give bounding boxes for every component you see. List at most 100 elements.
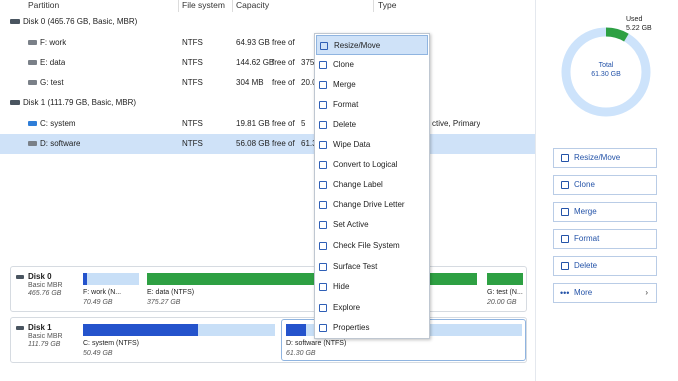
delete-button[interactable]: Delete: [553, 256, 657, 276]
convert-icon: [319, 161, 327, 169]
trash-icon: [561, 262, 569, 270]
col-separator: [178, 0, 179, 12]
used-value: 5.22 GB: [626, 25, 652, 32]
usage-fill: [83, 324, 199, 336]
menu-label: Change Drive Letter: [333, 200, 405, 209]
usage-fill: [286, 324, 307, 336]
partition-block-size: 61.30 GB: [286, 350, 316, 357]
partition-block-name: F: work (N...: [83, 289, 122, 296]
menu-wipe-data[interactable]: Wipe Data: [316, 135, 428, 155]
col-file-system[interactable]: File system: [182, 0, 225, 12]
more-button[interactable]: ••• More ›: [553, 283, 657, 303]
partition-capacity: 56.08 GB: [236, 139, 270, 148]
partition-row-selected[interactable]: D: software NTFS 56.08 GB free of 61.3: [0, 134, 535, 154]
menu-properties[interactable]: Properties: [316, 318, 428, 338]
button-label: Merge: [574, 207, 597, 216]
format-icon: [561, 235, 569, 243]
partition-row[interactable]: C: system NTFS 19.81 GB free of 5 ctive,…: [0, 114, 535, 134]
partition-row[interactable]: G: test NTFS 304 MB free of 20.0: [0, 73, 535, 93]
partition-block-name: G: test (N...: [487, 289, 523, 296]
partition-block-size: 70.49 GB: [83, 299, 113, 306]
partition-free-of: free of: [272, 58, 295, 67]
menu-delete[interactable]: Delete: [316, 115, 428, 135]
context-menu: Resize/Move Clone Merge Format Delete Wi…: [314, 33, 430, 339]
menu-resize-move[interactable]: Resize/Move: [316, 35, 428, 55]
partition-block-name: E: data (NTFS): [147, 289, 195, 296]
partition-row[interactable]: F: work NTFS 64.93 GB free of: [0, 33, 535, 53]
properties-icon: [319, 324, 327, 332]
button-label: Resize/Move: [574, 153, 621, 162]
menu-hide[interactable]: Hide: [316, 277, 428, 297]
menu-label: Set Active: [333, 220, 369, 229]
disk-row[interactable]: Disk 1 (111.79 GB, Basic, MBR): [0, 93, 535, 113]
partition-row[interactable]: E: data NTFS 144.62 GB free of 375: [0, 53, 535, 73]
menu-label: Delete: [333, 120, 357, 129]
more-icon: •••: [560, 288, 570, 298]
partition-capacity: 19.81 GB: [236, 119, 270, 128]
disk-map-0: Disk 0 Basic MBR 465.76 GB F: work (N...…: [10, 266, 527, 312]
menu-convert-logical[interactable]: Convert to Logical: [316, 155, 428, 175]
disk-map-label: Disk 1 Basic MBR 111.79 GB: [11, 318, 77, 362]
total-label: Total: [598, 62, 614, 69]
menu-set-active[interactable]: Set Active: [316, 215, 428, 235]
merge-icon: [561, 208, 569, 216]
button-label: Clone: [574, 180, 595, 189]
partition-total: 5: [301, 119, 306, 128]
menu-clone[interactable]: Clone: [316, 55, 428, 75]
disk-map-title: Disk 1: [28, 323, 52, 332]
eye-off-icon: [319, 283, 327, 291]
partition-name: F: work: [40, 38, 67, 47]
disk-row[interactable]: Disk 0 (465.76 GB, Basic, MBR): [0, 12, 535, 32]
merge-button[interactable]: Merge: [553, 202, 657, 222]
col-type[interactable]: Type: [378, 0, 396, 12]
menu-label: Properties: [333, 323, 370, 332]
menu-check-file-system[interactable]: Check File System: [316, 236, 428, 256]
resize-icon: [561, 154, 569, 162]
explore-icon: [319, 304, 327, 312]
merge-icon: [319, 81, 327, 89]
menu-label: Explore: [333, 303, 361, 312]
button-label: Format: [574, 234, 600, 243]
menu-label: Change Label: [333, 180, 383, 189]
menu-change-drive-letter[interactable]: Change Drive Letter: [316, 195, 428, 215]
menu-format[interactable]: Format: [316, 95, 428, 115]
partition-free-of: free of: [272, 78, 295, 87]
usage-fill: [83, 273, 88, 285]
disk-icon: [10, 19, 20, 25]
total-value: 61.30 GB: [591, 71, 621, 78]
menu-change-label[interactable]: Change Label: [316, 175, 428, 195]
partition-block-size: 50.49 GB: [83, 350, 113, 357]
wipe-icon: [319, 141, 327, 149]
checklist-icon: [319, 242, 327, 250]
disk-label: Disk 0 (465.76 GB, Basic, MBR): [23, 17, 138, 26]
menu-merge[interactable]: Merge: [316, 75, 428, 95]
partition-name: E: data: [40, 58, 66, 67]
partition-name: G: test: [40, 78, 64, 87]
partition-fs: NTFS: [182, 58, 203, 67]
col-separator: [232, 0, 233, 12]
chevron-right-icon: ›: [645, 288, 648, 297]
windows-partition-icon: [28, 121, 37, 127]
format-button[interactable]: Format: [553, 229, 657, 249]
clone-icon: [319, 61, 327, 69]
usage-fill: [487, 273, 523, 285]
col-separator: [373, 0, 374, 12]
menu-explore[interactable]: Explore: [316, 298, 428, 318]
disk-map-title: Disk 0: [28, 272, 52, 281]
partition-block-name: D: software (NTFS): [286, 340, 347, 347]
partition-block-size: 20.00 GB: [487, 299, 517, 306]
donut-used-arc: [605, 27, 629, 42]
col-capacity[interactable]: Capacity: [236, 0, 269, 12]
tag-icon: [319, 181, 327, 189]
partition-free-of: free of: [272, 139, 295, 148]
menu-label: Format: [333, 100, 359, 109]
menu-label: Resize/Move: [334, 41, 381, 50]
partition-total: 375: [301, 58, 315, 67]
menu-surface-test[interactable]: Surface Test: [316, 257, 428, 277]
resize-move-button[interactable]: Resize/Move: [553, 148, 657, 168]
col-partition[interactable]: Partition: [28, 0, 59, 12]
format-icon: [319, 101, 327, 109]
menu-label: Merge: [333, 80, 356, 89]
button-label: Delete: [574, 261, 598, 270]
clone-button[interactable]: Clone: [553, 175, 657, 195]
